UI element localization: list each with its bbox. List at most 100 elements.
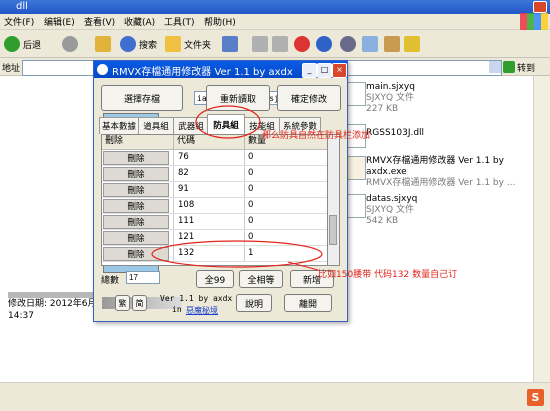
file-item[interactable]: RGSS103J.dll	[366, 128, 424, 139]
menu-favorites[interactable]: 收藏(A)	[124, 15, 155, 28]
annotation-code-132: 比如150腰带 代码132 数量自己订	[318, 270, 458, 280]
table-row: 刪除 121 0	[102, 230, 328, 246]
quantity-cell[interactable]: 0	[248, 232, 253, 242]
file-item[interactable]: main.sjxyq SJXYQ 文件 227 KB	[366, 82, 415, 115]
column-separator	[244, 182, 245, 197]
menu-help[interactable]: 帮助(H)	[204, 15, 236, 28]
file-name: RMVX存檔通用修改器 Ver 1.1 by axdx.exe	[366, 156, 504, 177]
go-button[interactable]: 转到	[503, 59, 547, 75]
delete-row-button[interactable]: 刪除	[103, 167, 169, 181]
scrollbar-thumb[interactable]	[329, 215, 337, 245]
undo-button[interactable]	[316, 34, 332, 54]
file-type: SJXYQ 文件	[366, 93, 414, 103]
quantity-cell[interactable]: 1	[248, 248, 253, 258]
item-code-cell[interactable]: 91	[178, 184, 189, 194]
properties-button[interactable]	[404, 34, 420, 54]
address-label: 地址	[2, 64, 21, 74]
column-separator	[244, 150, 245, 165]
file-size: 542 KB	[366, 216, 399, 226]
vertical-scrollbar[interactable]	[533, 76, 550, 382]
credit-prefix: in	[172, 305, 182, 314]
menu-bar: 文件(F) 编辑(E) 查看(V) 收藏(A) 工具(T) 帮助(H)	[0, 13, 550, 30]
explorer-title-bar: dll	[0, 0, 550, 14]
quantity-cell[interactable]: 0	[248, 168, 253, 178]
quantity-cell[interactable]: 0	[248, 184, 253, 194]
table-row: 刪除 132 1	[102, 246, 328, 262]
item-code-cell[interactable]: 121	[178, 232, 194, 242]
scissors-icon	[340, 36, 356, 52]
search-button[interactable]: 搜索	[120, 34, 157, 54]
traditional-chinese-button[interactable]: 繁	[115, 295, 130, 311]
exit-button[interactable]: 離開	[284, 294, 332, 312]
quantity-cell[interactable]: 0	[248, 216, 253, 226]
file-type: SJXYQ 文件	[366, 205, 414, 215]
menu-tools[interactable]: 工具(T)	[164, 15, 195, 28]
copy-to-button[interactable]	[272, 34, 288, 54]
item-code-cell[interactable]: 82	[178, 168, 189, 178]
menu-view[interactable]: 查看(V)	[84, 15, 115, 28]
column-separator	[173, 166, 174, 181]
cut-button[interactable]	[340, 34, 356, 54]
file-item[interactable]: RMVX存檔通用修改器 Ver 1.1 by axdx.exe RMVX存檔通用…	[366, 156, 531, 189]
item-code-cell[interactable]: 108	[178, 200, 194, 210]
back-arrow-icon	[4, 36, 20, 52]
tab-armor[interactable]: 防具組	[207, 114, 245, 134]
column-separator	[244, 166, 245, 181]
view-grid-icon	[222, 36, 238, 52]
credit-link[interactable]: 惡魔秘境	[186, 305, 218, 316]
reload-button[interactable]: 重新讀取	[206, 85, 270, 111]
site-logo-icon: S	[527, 389, 544, 406]
column-separator	[173, 214, 174, 229]
column-separator	[173, 246, 174, 261]
menu-file[interactable]: 文件(F)	[4, 15, 34, 28]
move-to-button[interactable]	[252, 34, 268, 54]
help-button[interactable]: 說明	[236, 294, 272, 312]
credit-text: Ver 1.1 by axdx	[160, 294, 233, 303]
paste-icon	[384, 36, 400, 52]
simplified-chinese-button[interactable]: 简	[132, 295, 147, 311]
count-field[interactable]	[126, 271, 160, 284]
up-folder-button[interactable]	[95, 34, 111, 54]
maximize-button[interactable]: □	[317, 63, 332, 78]
confirm-modify-button[interactable]: 確定修改	[277, 85, 341, 111]
quantity-cell[interactable]: 0	[248, 200, 253, 210]
windows-logo-icon	[520, 13, 548, 30]
delete-row-button[interactable]: 刪除	[103, 215, 169, 229]
column-separator	[173, 182, 174, 197]
forward-arrow-icon	[62, 36, 78, 52]
dialog-close-button[interactable]: ×	[332, 63, 347, 78]
delete-row-button[interactable]: 刪除	[103, 199, 169, 213]
count-label: 總數	[101, 276, 120, 286]
quantity-cell[interactable]: 0	[248, 152, 253, 162]
tab-weapons[interactable]: 武器組	[173, 117, 209, 134]
folders-button[interactable]: 文件夹	[165, 34, 211, 54]
table-scrollbar[interactable]	[327, 134, 340, 266]
view-button[interactable]	[222, 34, 238, 54]
back-button[interactable]: 后退	[4, 34, 41, 54]
select-save-button[interactable]: 選擇存檔	[101, 85, 183, 111]
all-99-button[interactable]: 全99	[196, 270, 234, 288]
dropdown-arrow-icon[interactable]	[489, 61, 501, 73]
delete-row-button[interactable]: 刪除	[103, 247, 169, 261]
paste-button[interactable]	[384, 34, 400, 54]
item-code-cell[interactable]: 76	[178, 152, 189, 162]
item-code-cell[interactable]: 111	[178, 216, 194, 226]
menu-edit[interactable]: 编辑(E)	[44, 15, 75, 28]
tab-items[interactable]: 道具組	[138, 117, 174, 134]
item-code-cell[interactable]: 132	[178, 248, 194, 258]
app-icon	[97, 64, 108, 75]
column-separator	[173, 150, 174, 165]
delete-row-button[interactable]: 刪除	[103, 151, 169, 165]
file-item[interactable]: datas.sjxyq SJXYQ 文件 542 KB	[366, 194, 417, 227]
delete-row-button[interactable]: 刪除	[103, 183, 169, 197]
close-window-button[interactable]	[533, 1, 547, 13]
table-row: 刪除 91 0	[102, 182, 328, 198]
delete-row-button[interactable]: 刪除	[103, 231, 169, 245]
forward-button[interactable]	[62, 34, 78, 54]
copy-button[interactable]	[362, 34, 378, 54]
tab-basic-data[interactable]: 基本數據	[99, 117, 139, 134]
all-equal-button[interactable]: 全相等	[239, 270, 283, 288]
delete-button[interactable]	[294, 34, 310, 54]
minimize-button[interactable]: _	[302, 63, 317, 78]
table-row: 刪除 82 0	[102, 166, 328, 182]
